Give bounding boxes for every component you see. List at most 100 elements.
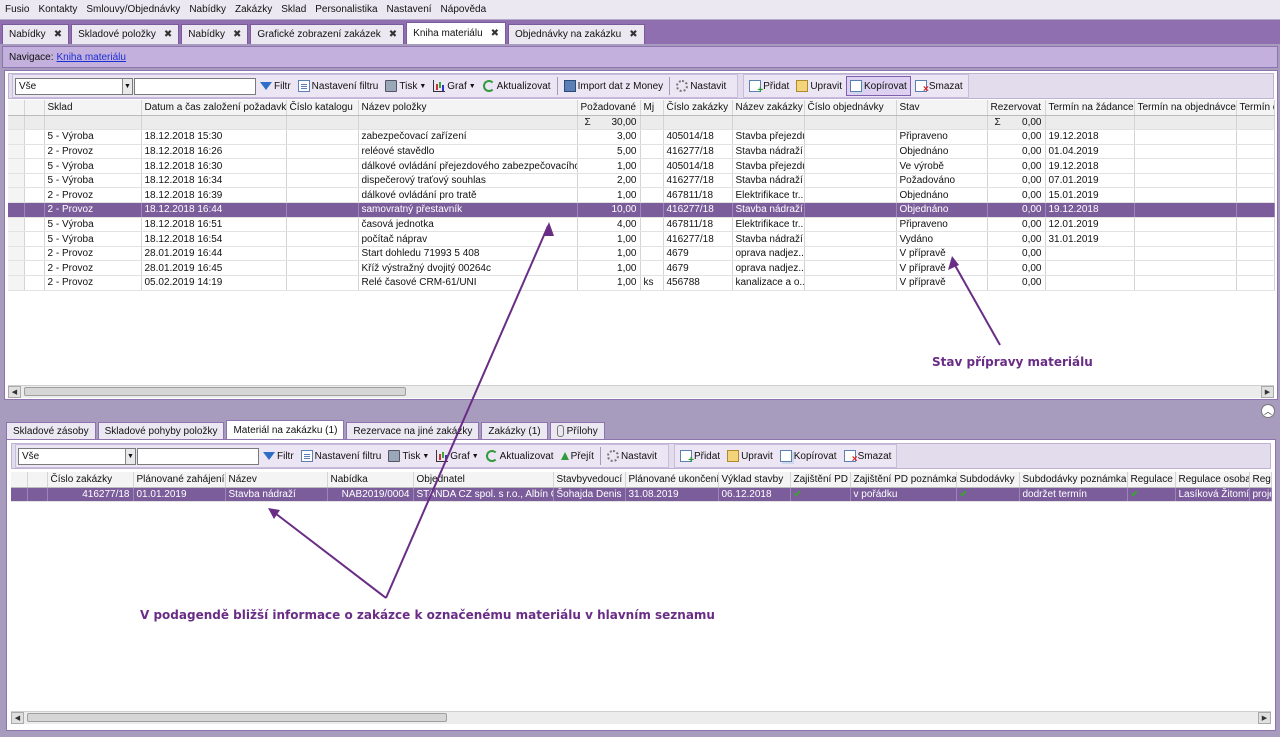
filter-button[interactable]: Filtr <box>257 76 294 96</box>
chart-button[interactable]: Graf ▼ <box>430 76 478 96</box>
column-header[interactable]: Sklad <box>44 100 142 116</box>
row-indicator[interactable] <box>8 246 25 262</box>
subtab-0[interactable]: Skladové zásoby <box>6 422 96 439</box>
menu-item[interactable]: Smlouvy/Objednávky <box>83 4 186 15</box>
table-row[interactable]: 5 - Výroba 18.12.2018 16:30 dálkové ovládá… <box>8 158 1275 174</box>
row-indicator[interactable] <box>8 260 25 277</box>
sub-copy-button[interactable]: Kopírovat <box>777 446 840 466</box>
menu-item[interactable]: Nabídky <box>186 4 232 15</box>
column-header[interactable]: Rezervovat <box>987 100 1046 116</box>
tab-1[interactable]: Skladové položky ✖ <box>71 24 180 44</box>
close-icon[interactable]: ✖ <box>54 29 62 40</box>
column-header[interactable]: Číslo katalogu <box>286 100 359 116</box>
table-row[interactable]: 2 - Provoz 18.12.2018 16:39 dálkové ovládá… <box>8 187 1275 204</box>
menu-item[interactable]: Nastavení <box>384 4 438 15</box>
column-header[interactable]: Název <box>225 472 328 488</box>
column-header[interactable]: Regulace <box>1127 472 1176 488</box>
tab-5[interactable]: Objednávky na zakázku ✖ <box>508 24 645 44</box>
row-indicator[interactable] <box>8 158 25 174</box>
column-header[interactable]: Číslo zakázky <box>663 100 733 116</box>
close-icon[interactable]: ✖ <box>233 29 241 40</box>
column-header[interactable]: Termín na žádance <box>1045 100 1135 116</box>
subtab-5[interactable]: Přílohy <box>549 422 605 439</box>
table-row[interactable]: 5 - Výroba 18.12.2018 16:51 časová jednotk… <box>8 217 1275 233</box>
navigation-link[interactable]: Kniha materiálu <box>56 52 125 63</box>
filter-settings-button[interactable]: Nastavení filtru <box>295 76 382 96</box>
table-row[interactable]: 2 - Provoz 18.12.2018 16:26 reléové stavěd… <box>8 144 1275 160</box>
row-indicator[interactable] <box>8 144 25 160</box>
chevron-down-icon[interactable]: ▼ <box>125 448 135 464</box>
sub-horizontal-scrollbar[interactable]: ◀ ▶ <box>11 711 1271 724</box>
menu-item[interactable]: Zakázky <box>232 4 278 15</box>
column-header[interactable]: Regu <box>1249 472 1272 488</box>
scroll-thumb[interactable] <box>24 387 406 396</box>
close-icon[interactable]: ✖ <box>164 29 172 40</box>
column-header[interactable]: Datum a čas založení požadavku <box>141 100 287 116</box>
collapse-panel-button[interactable]: ︿ <box>1261 404 1275 418</box>
sub-add-button[interactable]: Přidat <box>677 446 723 466</box>
column-header[interactable]: Subdodávky poznámka <box>1019 472 1128 488</box>
scroll-right-button[interactable]: ▶ <box>1261 386 1274 398</box>
sub-filter-combo[interactable]: Vše ▼ <box>18 447 136 465</box>
scroll-left-button[interactable]: ◀ <box>8 386 21 398</box>
subtab-3[interactable]: Rezervace na jiné zakázky <box>346 422 480 439</box>
menu-item[interactable]: Kontakty <box>35 4 83 15</box>
table-row[interactable]: 5 - Výroba 18.12.2018 15:30 zabezpečovací … <box>8 129 1275 145</box>
column-header[interactable]: Subdodávky <box>956 472 1020 488</box>
scroll-right-button[interactable]: ▶ <box>1258 712 1271 724</box>
scroll-left-button[interactable]: ◀ <box>11 712 24 724</box>
refresh-button[interactable]: Aktualizovat <box>480 76 554 96</box>
column-header[interactable]: Číslo zakázky <box>47 472 134 488</box>
column-header[interactable]: Název zakázky <box>732 100 805 116</box>
main-horizontal-scrollbar[interactable]: ◀ ▶ <box>8 385 1274 398</box>
column-header[interactable]: Název položky <box>358 100 578 116</box>
sub-setup-button[interactable]: Nastavit <box>604 446 666 466</box>
column-header[interactable]: Požadované <box>577 100 641 116</box>
row-indicator[interactable] <box>11 487 28 503</box>
close-icon[interactable]: ✖ <box>629 29 637 40</box>
column-header[interactable]: Stavbyvedoucí <box>553 472 626 488</box>
print-button[interactable]: Tisk ▼ <box>382 76 429 96</box>
sub-filter-settings-button[interactable]: Nastavení filtru <box>298 446 385 466</box>
table-row[interactable]: 5 - Výroba 18.12.2018 16:34 dispečerový tr… <box>8 173 1275 189</box>
setup-button[interactable]: Nastavit <box>673 76 735 96</box>
sub-print-button[interactable]: Tisk ▼ <box>385 446 432 466</box>
column-header[interactable]: Výklad stavby <box>718 472 791 488</box>
table-row[interactable]: 2 - Provoz 28.01.2019 16:45 Kříž výstražný… <box>8 260 1275 277</box>
row-indicator[interactable] <box>8 187 25 204</box>
table-row[interactable]: 2 - Provoz 05.02.2019 14:19 Relé časové CR… <box>8 275 1275 291</box>
column-header[interactable]: Zajištění PD <box>790 472 851 488</box>
table-row[interactable]: 2 - Provoz 18.12.2018 16:44 samovratný pře… <box>8 202 1275 218</box>
table-row[interactable]: 5 - Výroba 18.12.2018 16:54 počítač náprav… <box>8 231 1275 247</box>
edit-button[interactable]: Upravit <box>793 76 845 96</box>
table-row[interactable]: 2 - Provoz 28.01.2019 16:44 Start dohledu … <box>8 246 1275 262</box>
row-indicator[interactable] <box>8 202 25 218</box>
tab-0[interactable]: Nabídky ✖ <box>2 24 70 44</box>
row-indicator[interactable] <box>8 275 25 291</box>
column-header[interactable]: Plánované zahájení <box>133 472 226 488</box>
row-indicator[interactable] <box>8 217 25 233</box>
column-header[interactable]: Mj <box>640 100 664 116</box>
tab-3[interactable]: Grafické zobrazení zakázek ✖ <box>250 24 405 44</box>
menu-item[interactable]: Personalistika <box>312 4 383 15</box>
scroll-thumb[interactable] <box>27 713 447 722</box>
column-header[interactable]: Objednatel <box>413 472 554 488</box>
sub-chart-button[interactable]: Graf ▼ <box>433 446 481 466</box>
add-button[interactable]: Přidat <box>746 76 792 96</box>
column-header[interactable]: Stav <box>896 100 988 116</box>
column-header[interactable]: Termín na objednávce <box>1134 100 1237 116</box>
filter-combo[interactable]: Vše ▼ <box>15 77 133 95</box>
row-indicator[interactable] <box>8 129 25 145</box>
delete-button[interactable]: Smazat <box>912 76 966 96</box>
search-input[interactable] <box>134 77 256 95</box>
copy-button[interactable]: Kopírovat <box>846 76 911 96</box>
menu-item[interactable]: Sklad <box>278 4 312 15</box>
subtab-4[interactable]: Zakázky (1) <box>481 422 548 439</box>
table-row[interactable]: 416277/18 01.01.2019 Stavba nádraží NAB2019… <box>11 487 1272 503</box>
subtab-2[interactable]: Materiál na zakázku (1) <box>226 420 345 439</box>
chevron-down-icon[interactable]: ▼ <box>122 78 132 94</box>
sub-filter-button[interactable]: Filtr <box>260 446 297 466</box>
close-icon[interactable]: ✖ <box>389 29 397 40</box>
column-header[interactable]: Číslo objednávky <box>804 100 897 116</box>
column-header[interactable]: Termín do <box>1236 100 1275 116</box>
